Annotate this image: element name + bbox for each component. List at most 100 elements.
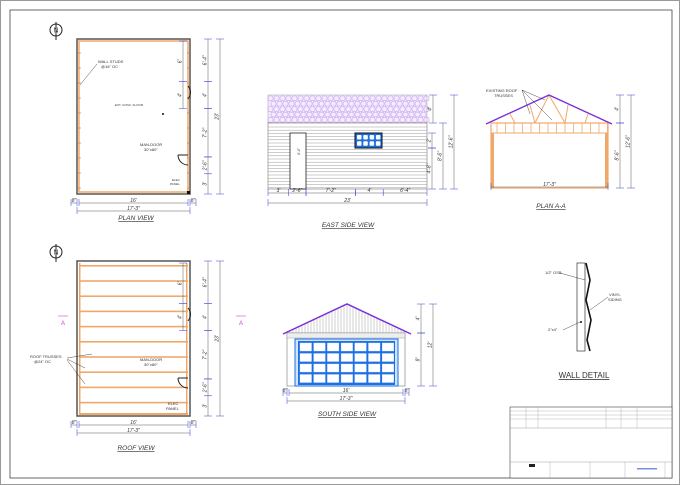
svg-text:N: N [53,250,58,257]
dimension-label: 8" [191,420,196,426]
wall-stud [187,172,190,174]
roof-truss [79,280,188,282]
dimension-label: 8'-6" [615,150,621,160]
window-pane [369,141,375,146]
garage-door-panel [299,353,312,362]
dimension-total: 12'-6" [449,135,455,148]
garage-door-panel [382,363,394,373]
roof-truss [79,341,188,343]
wall-stud [78,82,81,84]
dimension-total: 23' [343,198,352,204]
window-pane [357,135,362,140]
dimension-label: 8" [72,198,77,204]
dimension-label: 8" [72,420,77,426]
wall-plate [79,263,81,414]
svg-text:TRUSSES: TRUSSES [494,93,513,98]
svg-text:A: A [239,321,243,327]
garage-door-panel [354,374,367,383]
svg-text:PLAN VIEW: PLAN VIEW [118,215,154,222]
garage-door-panel [340,363,353,373]
dimension-label: 6'-4" [400,188,410,194]
svg-text:PANEL: PANEL [166,406,180,411]
wall-stud [187,127,190,129]
garage-door-panel [327,353,340,362]
garage-door-panel [313,342,326,352]
wall-stud [187,82,190,84]
dimension-label: 6'-4" [203,55,209,65]
wall-stud [78,172,81,174]
garage-door-panel [368,342,381,352]
garage-door-panel [382,353,394,362]
svg-text:SIDING: SIDING [608,297,622,302]
garage-door-panel [327,363,340,373]
garage-door-panel [313,353,326,362]
garage-door-panel [354,363,367,373]
dimension-total: 17'-3" [127,428,140,434]
wall-stud [187,157,190,159]
dimension-label: 7'-2" [326,188,336,194]
svg-text:PANEL: PANEL [170,182,180,186]
garage-door-panel [327,374,340,383]
dimension-label: 16' [343,388,351,394]
svg-text:6'-8": 6'-8" [297,147,301,155]
title-block [509,406,673,479]
garage-door-panel [299,342,312,352]
wall-stud [187,142,190,144]
svg-text:1/2" OSB: 1/2" OSB [545,270,562,275]
wall-stud [78,187,81,189]
roof-truss [79,371,188,373]
garage-door-panel [354,342,367,352]
wall-post [605,133,608,188]
dimension-total: 17'-3" [127,206,140,212]
dimension-total: 12' [428,341,434,349]
roof-truss [79,386,188,389]
wall-stud [78,67,81,69]
window-pane [363,141,368,146]
wall-stud [78,112,81,114]
dimension-total: 17'-3" [340,396,353,402]
svg-text:30"x80": 30"x80" [144,147,158,152]
dimension-label: 7'-2" [203,350,209,360]
wall-stud [187,52,190,54]
garage-door-panel [313,363,326,373]
dimension-label: 8" [405,388,410,394]
garage-door-panel [368,374,381,383]
dimension-label: 4'-8" [427,163,433,173]
wall-plate [186,263,188,414]
dimension-label: 16' [130,198,138,204]
dimension-label: 8" [283,388,288,394]
roof-truss [79,295,188,297]
dimension-label: 2'-6" [203,382,209,393]
garage-door-panel [382,342,394,352]
roof-truss [79,356,188,358]
wall-post [491,133,494,188]
drawing-sheet: N N WALL STUDS @16" OC EXT. CONC. FLOOR … [0,0,680,485]
wall-stud [78,97,81,99]
dimension-label: 6'-4" [203,277,209,287]
svg-text:30"x80": 30"x80" [144,362,158,367]
dimension-label: 8'-6" [438,151,444,161]
garage-door-panel [327,342,340,352]
svg-text:SOUTH SIDE VIEW: SOUTH SIDE VIEW [318,411,377,418]
wall-stud [187,112,190,114]
garage-door-panel [382,374,394,383]
garage-door-panel [299,374,312,383]
window-pane [363,135,368,140]
svg-text:ROOF VIEW: ROOF VIEW [117,445,155,452]
dimension-label: 2'-6" [203,160,209,171]
window-pane [357,141,362,146]
wall-stud [78,127,81,129]
wall-stud [78,157,81,159]
svg-text:EAST SIDE VIEW: EAST SIDE VIEW [322,222,375,229]
plan-view: WALL STUDS @16" OC EXT. CONC. FLOOR MAN-… [76,38,191,222]
window-pane [369,135,375,140]
garage-door-panel [340,342,353,352]
wall-stud [187,187,190,189]
dimension-label: 2'-6" [291,188,302,194]
svg-text:EXT. CONC. FLOOR: EXT. CONC. FLOOR [115,103,144,107]
svg-text:PLAN A-A: PLAN A-A [536,203,565,210]
window-pane [375,135,381,140]
garage-door-panel [368,363,381,373]
svg-text:N: N [53,28,58,35]
svg-text:@24" OC: @24" OC [34,359,51,364]
